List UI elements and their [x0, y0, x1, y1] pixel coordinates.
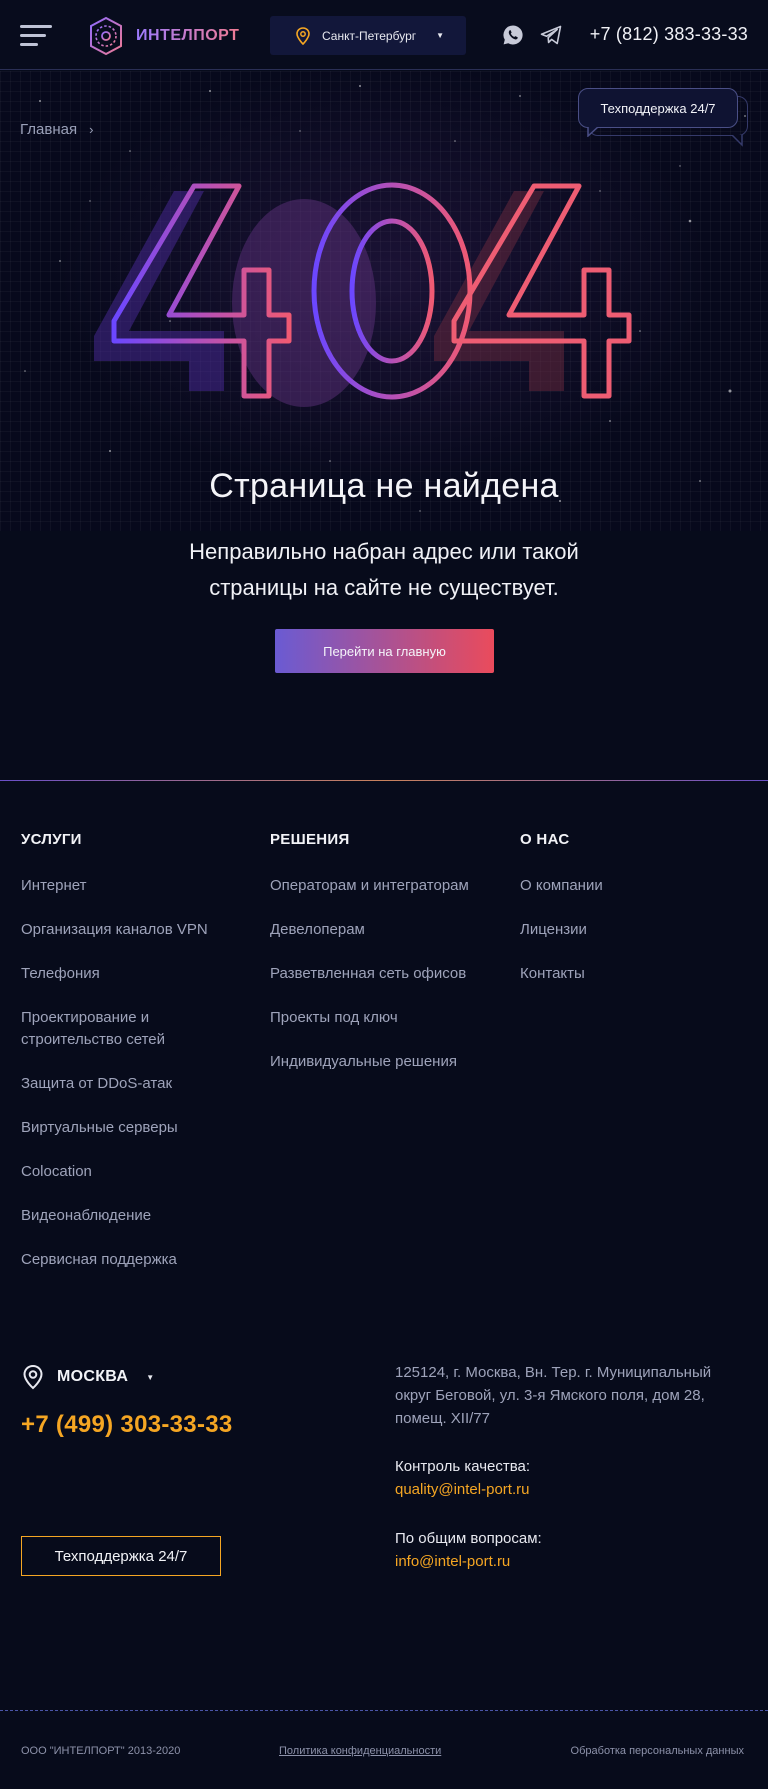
footer-solutions-column: РЕШЕНИЯ Операторам и интеграторам Девело…: [270, 831, 510, 1095]
footer-divider: [0, 780, 768, 781]
footer-link[interactable]: Контакты: [520, 963, 750, 985]
whatsapp-icon[interactable]: [502, 24, 524, 46]
support-bubble-tail: [587, 127, 599, 137]
hero-section: Главная › Техподдержка 24/7: [0, 71, 768, 531]
support-bubble-tail-back: [731, 135, 743, 147]
logo-icon: [90, 16, 122, 56]
footer-link[interactable]: Лицензии: [520, 919, 750, 941]
logo[interactable]: ИНТЕЛПОРТ: [86, 16, 239, 56]
footer-link[interactable]: О компании: [520, 875, 750, 897]
footer-link[interactable]: Операторам и интеграторам: [270, 875, 510, 897]
support-chat-label: Техподдержка 24/7: [600, 100, 716, 116]
site-header: ИНТЕЛПОРТ Санкт-Петербург ▼ +7 (812) 383…: [0, 0, 768, 70]
footer-city-name: МОСКВА: [57, 1368, 129, 1385]
footer-link[interactable]: Защита от DDoS-атак: [21, 1073, 251, 1095]
city-label: Санкт-Петербург: [322, 28, 417, 43]
footer-link[interactable]: Проектирование и строительство сетей: [21, 1007, 221, 1051]
bottom-divider: [0, 1710, 768, 1711]
breadcrumb-home-link[interactable]: Главная: [20, 121, 77, 138]
error-description: Неправильно набран адрес или такой стран…: [134, 534, 634, 606]
footer-city-selector[interactable]: МОСКВА ▼: [21, 1364, 154, 1390]
footer-about-heading: О НАС: [520, 831, 570, 848]
burger-menu-icon[interactable]: [20, 25, 52, 47]
footer-services-column: УСЛУГИ Интернет Организация каналов VPN …: [21, 831, 251, 1293]
header-phone[interactable]: +7 (812) 383-33-33: [590, 24, 748, 45]
chevron-right-icon: ›: [89, 122, 94, 137]
caret-down-icon: ▼: [436, 31, 445, 40]
footer-link[interactable]: Интернет: [21, 875, 251, 897]
footer-link[interactable]: Разветвленная сеть офисов: [270, 963, 510, 985]
footer-link[interactable]: Видеонаблюдение: [21, 1205, 251, 1227]
footer-link[interactable]: Девелоперам: [270, 919, 510, 941]
support-chat-button[interactable]: Техподдержка 24/7: [578, 88, 738, 128]
error-description-line1: Неправильно набран адрес или такой: [189, 539, 579, 564]
footer-link[interactable]: Индивидуальные решения: [270, 1051, 510, 1073]
page-title: Страница не найдена: [209, 467, 559, 505]
caret-down-icon: ▼: [146, 1372, 155, 1382]
privacy-policy-link[interactable]: Политика конфиденциальности: [279, 1745, 441, 1757]
footer-about-column: О НАС О компании Лицензии Контакты: [520, 831, 750, 1007]
location-pin-icon: [23, 1364, 43, 1390]
personal-data-link[interactable]: Обработка персональных данных: [571, 1745, 744, 1757]
quality-label: Контроль качества:: [395, 1458, 531, 1475]
logo-text: ИНТЕЛПОРТ: [136, 27, 240, 44]
error-404-graphic: [94, 182, 632, 407]
footer-link[interactable]: Телефония: [21, 963, 251, 985]
error-description-line2: страницы на сайте не существует.: [209, 575, 559, 600]
city-selector[interactable]: Санкт-Петербург ▼: [270, 16, 466, 55]
footer-link[interactable]: Сервисная поддержка: [21, 1249, 251, 1271]
footer-phone[interactable]: +7 (499) 303-33-33: [21, 1411, 233, 1439]
copyright: ООО "ИНТЕЛПОРТ" 2013-2020: [21, 1745, 181, 1757]
footer-services-heading: УСЛУГИ: [21, 831, 82, 848]
telegram-icon[interactable]: [540, 24, 562, 46]
footer-link[interactable]: Организация каналов VPN: [21, 919, 251, 941]
footer-link[interactable]: Виртуальные серверы: [21, 1117, 251, 1139]
general-email-link[interactable]: info@intel-port.ru: [395, 1553, 510, 1570]
go-home-button[interactable]: Перейти на главную: [275, 629, 494, 673]
footer-address: 125124, г. Москва, Вн. Тер. г. Муниципал…: [395, 1364, 712, 1427]
footer-solutions-heading: РЕШЕНИЯ: [270, 831, 350, 848]
location-pin-icon: [296, 26, 310, 45]
breadcrumb: Главная ›: [20, 121, 93, 138]
footer-link[interactable]: Colocation: [21, 1161, 251, 1183]
footer-link[interactable]: Проекты под ключ: [270, 1007, 510, 1029]
general-label: По общим вопросам:: [395, 1530, 542, 1547]
quality-email-link[interactable]: quality@intel-port.ru: [395, 1481, 529, 1498]
footer-support-button[interactable]: Техподдержка 24/7: [21, 1536, 221, 1576]
